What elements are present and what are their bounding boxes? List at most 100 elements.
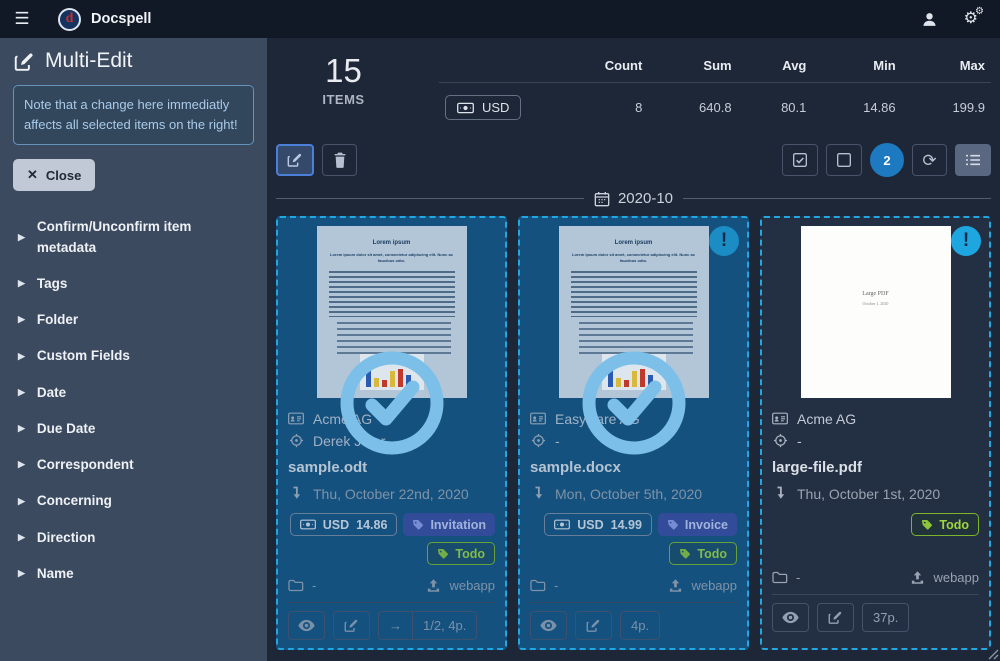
preview-button[interactable] [288,611,325,640]
caret-right-icon: ▶ [18,422,25,436]
delete-selected-button[interactable] [322,144,357,176]
sidebar-title: Multi-Edit [45,49,133,73]
arrow-down-icon [530,486,546,501]
card-action-bar: 37p. [772,594,979,632]
sidebar-section-custom-fields[interactable]: ▶Custom Fields [0,338,267,374]
item-card[interactable]: Lorem ipsumLorem ipsum dolor sit amet, c… [276,216,507,650]
sidebar-section-direction[interactable]: ▶Direction [0,520,267,556]
tag-icon [437,548,449,560]
move-next-button[interactable]: → [379,612,412,639]
edit-item-button[interactable] [575,611,612,640]
stats-value: 80.1 [738,83,813,127]
edit-item-button[interactable] [333,611,370,640]
item-name: large-file.pdf [772,459,979,476]
gear-icon[interactable]: ⚙⚙ [964,11,978,27]
sidebar-section-correspondent[interactable]: ▶Correspondent [0,447,267,483]
page-count: 37p. [863,604,908,631]
docspell-logo-icon: d [58,8,81,31]
multi-edit-note: Note that a change here immediatly affec… [13,85,254,145]
tag-badge[interactable]: Invoice [658,513,737,536]
stats-col-header: Min [812,52,901,83]
user-icon[interactable] [921,11,938,28]
refresh-button[interactable]: ⟳ [912,144,947,176]
sidebar-section-due-date[interactable]: ▶Due Date [0,411,267,447]
pages-group: → 1/2, 4p. [378,611,477,640]
tag-badge[interactable]: Todo [427,542,495,565]
close-button[interactable]: ✕ Close [13,159,95,191]
eye-icon [782,611,799,624]
item-card[interactable]: ! Large PDFOctober 1, 2020 Acme AG - lar… [760,216,991,650]
stats-col-header: Sum [648,52,737,83]
stats-value: 640.8 [648,83,737,127]
list-view-button[interactable] [955,144,991,176]
folder-icon [288,579,304,592]
edit-item-button[interactable] [817,603,854,632]
select-all-button[interactable] [782,144,818,176]
caret-right-icon: ▶ [18,458,25,472]
selected-check-icon [581,350,687,456]
item-date: Thu, October 22nd, 2020 [313,486,469,502]
selection-toolbar: 2 ⟳ [276,143,991,177]
edit-icon [344,618,359,633]
stats-value: 8 [549,83,648,127]
currency-stats-table: CountSumAvgMinMax USD 8640.880.114.86199… [439,52,991,126]
item-date: Mon, October 5th, 2020 [555,486,702,502]
sidebar-section-confirm-unconfirm-item-metadata[interactable]: ▶Confirm/Unconfirm item metadata [0,209,267,266]
app-logo[interactable]: d Docspell [58,8,151,31]
item-date-row: Thu, October 22nd, 2020 [288,485,495,502]
item-badges: Todo [772,513,979,557]
date-group-separator: 2020-10 [276,190,991,207]
item-badges: USD14.86InvitationTodo [288,513,495,565]
tag-icon [921,519,933,531]
caret-right-icon: ▶ [18,531,25,545]
item-folder: - [796,570,800,585]
item-date-row: Thu, October 1st, 2020 [772,485,979,502]
menu-hamburger-icon[interactable]: ☰ [0,9,44,29]
app-title: Docspell [91,11,151,27]
eye-icon [298,619,315,632]
sidebar-section-date[interactable]: ▶Date [0,375,267,411]
money-icon [457,102,474,114]
folder-icon [530,579,546,592]
correspondent-row: Acme AG [772,410,979,427]
refresh-icon: ⟳ [922,152,936,169]
folder-icon [772,571,788,584]
card-grid: Lorem ipsumLorem ipsum dolor sit amet, c… [276,216,991,650]
sidebar-section-tags[interactable]: ▶Tags [0,266,267,302]
sidebar-section-folder[interactable]: ▶Folder [0,302,267,338]
edit-icon [14,51,35,72]
edit-selected-button[interactable] [276,144,314,176]
money-icon [300,519,316,530]
sidebar-section-name[interactable]: ▶Name [0,556,267,592]
item-source: webapp [691,578,737,593]
concerning-row: - [772,432,979,449]
upload-icon [910,570,925,585]
item-name: sample.docx [530,459,737,476]
amount-badge: USD14.99 [544,513,652,536]
item-card[interactable]: ! Lorem ipsumLorem ipsum dolor sit amet,… [518,216,749,650]
selected-count-badge[interactable]: 2 [870,143,904,177]
item-date-row: Mon, October 5th, 2020 [530,485,737,502]
deselect-all-button[interactable] [826,144,862,176]
stats-header: 15 ITEMS CountSumAvgMinMax USD 8640.880.… [276,38,991,126]
caret-right-icon: ▶ [18,386,25,400]
preview-button[interactable] [530,611,567,640]
id-card-icon [530,412,546,425]
resize-grip[interactable] [987,648,999,660]
stats-col-header: Max [902,52,991,83]
crosshair-person-icon [530,433,546,448]
sidebar-sections: ▶Confirm/Unconfirm item metadata▶Tags▶Fo… [0,209,267,592]
warning-badge: ! [951,226,981,256]
checkbox-checked-icon [792,152,808,168]
sidebar-section-concerning[interactable]: ▶Concerning [0,483,267,519]
upload-icon [426,578,441,593]
tag-badge[interactable]: Todo [669,542,737,565]
preview-button[interactable] [772,603,809,632]
edit-icon [586,618,601,633]
item-source: webapp [933,570,979,585]
multi-edit-sidebar: Multi-Edit Note that a change here immed… [0,38,267,661]
tag-badge[interactable]: Todo [911,513,979,536]
eye-icon [540,619,557,632]
caret-right-icon: ▶ [18,350,25,364]
tag-badge[interactable]: Invitation [403,513,495,536]
